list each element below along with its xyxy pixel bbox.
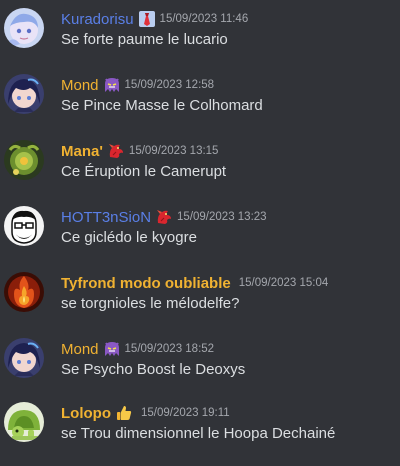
message-text: Se Psycho Boost le Deoxys — [61, 361, 246, 378]
username[interactable]: Lolopo — [61, 405, 111, 422]
chat-message-list: Kuradorisu 15/09/2023 11:46 Se forte pau… — [0, 0, 400, 466]
message-header: Mana' 15/09/2023 13:15 — [61, 142, 218, 160]
purple-ghost-icon — [103, 76, 121, 94]
timestamp: 15/09/2023 15:04 — [238, 277, 329, 289]
username[interactable]: Mond — [61, 77, 99, 94]
timestamp: 15/09/2023 19:11 — [140, 407, 230, 419]
anime-avatar-dark-hair-icon[interactable] — [4, 338, 44, 378]
username[interactable]: Mana' — [61, 143, 103, 160]
chat-message: Mond 15/09/2023 18:52 Se Psycho Boost le… — [0, 338, 400, 398]
timestamp: 15/09/2023 18:52 — [124, 343, 215, 355]
fire-avatar-icon[interactable] — [4, 272, 44, 312]
chat-message: Tyfrond modo oubliable 15/09/2023 15:04 … — [0, 272, 400, 332]
anime-avatar-pastel-icon[interactable] — [4, 8, 44, 48]
red-dragon-icon — [107, 142, 125, 160]
timestamp: 15/09/2023 12:58 — [124, 79, 215, 91]
anime-avatar-dark-hair-icon[interactable] — [4, 74, 44, 114]
message-text: se torgnioles le mélodelfe? — [61, 295, 240, 312]
message-text: Se Pince Masse le Colhomard — [61, 97, 263, 114]
message-header: Kuradorisu 15/09/2023 11:46 — [61, 10, 248, 28]
username[interactable]: Kuradorisu — [61, 11, 134, 28]
chat-message: Kuradorisu 15/09/2023 11:46 Se forte pau… — [0, 8, 400, 68]
message-header: Mond 15/09/2023 12:58 — [61, 76, 214, 94]
timestamp: 15/09/2023 11:46 — [159, 13, 249, 25]
message-text: Se forte paume le lucario — [61, 31, 228, 48]
message-header: HOTT3nSioN 15/09/2023 13:23 — [61, 208, 267, 226]
chat-message: Lolopo 15/09/2023 19:11 se Trou dimensio… — [0, 402, 400, 462]
chat-message: Mana' 15/09/2023 13:15 Ce Éruption le Ca… — [0, 140, 400, 200]
necktie-icon — [138, 10, 156, 28]
purple-ghost-icon — [103, 340, 121, 358]
message-header: Lolopo 15/09/2023 19:11 — [61, 404, 230, 422]
bearded-face-avatar-icon[interactable] — [4, 206, 44, 246]
thumbs-up-icon — [115, 404, 133, 422]
red-dragon-icon — [155, 208, 173, 226]
message-header: Mond 15/09/2023 18:52 — [61, 340, 214, 358]
username[interactable]: Mond — [61, 341, 99, 358]
message-text: se Trou dimensionnel le Hoopa Dechainé — [61, 425, 336, 442]
username[interactable]: Tyfrond modo oubliable — [61, 275, 231, 292]
chat-message: HOTT3nSioN 15/09/2023 13:23 Ce giclédo l… — [0, 206, 400, 266]
timestamp: 15/09/2023 13:23 — [177, 211, 267, 223]
message-text: Ce Éruption le Camerupt — [61, 163, 227, 180]
message-text: Ce giclédo le kyogre — [61, 229, 197, 246]
chat-message: Mond 15/09/2023 12:58 Se Pince Masse le … — [0, 74, 400, 134]
green-turtle-avatar-icon[interactable] — [4, 402, 44, 442]
timestamp: 15/09/2023 13:15 — [128, 145, 219, 157]
message-header: Tyfrond modo oubliable 15/09/2023 15:04 — [61, 274, 328, 292]
green-creature-avatar-icon[interactable] — [4, 140, 44, 180]
username[interactable]: HOTT3nSioN — [61, 209, 151, 226]
